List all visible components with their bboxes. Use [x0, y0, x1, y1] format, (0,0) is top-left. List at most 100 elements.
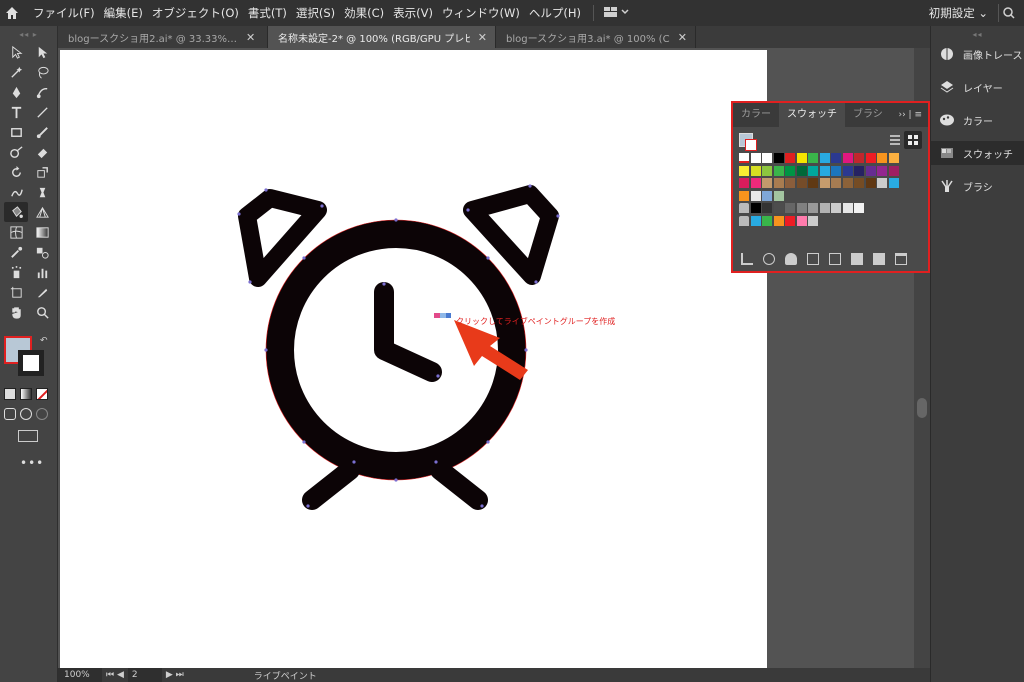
zoom-tool-icon[interactable]: [30, 302, 54, 322]
menu-type[interactable]: 書式(T): [248, 5, 287, 21]
color-swatch[interactable]: [750, 190, 761, 201]
stroke-swatch-indicator[interactable]: [745, 139, 757, 151]
color-swatch[interactable]: [877, 178, 887, 188]
artboard-nav-next-icon[interactable]: ▶ ⏭: [166, 670, 184, 680]
none-button-icon[interactable]: [36, 388, 48, 400]
color-swatch[interactable]: [888, 165, 899, 176]
rectangle-tool-icon[interactable]: [4, 122, 28, 142]
tab-document-3[interactable]: blogースクショ用3.ai* @ 100% (CMYK/GP... ✕: [496, 26, 696, 48]
color-swatch[interactable]: [773, 215, 784, 226]
color-swatch[interactable]: [750, 165, 761, 176]
color-swatch[interactable]: [865, 178, 876, 188]
color-swatch[interactable]: [785, 153, 795, 163]
dock-brushes[interactable]: ブラシ: [931, 174, 1024, 198]
color-swatch[interactable]: [785, 165, 795, 176]
color-swatch[interactable]: [888, 178, 899, 188]
color-swatch[interactable]: [796, 165, 807, 176]
color-swatch[interactable]: [842, 203, 853, 213]
rotate-tool-icon[interactable]: [4, 162, 28, 182]
zoom-field[interactable]: 100%: [58, 668, 102, 682]
color-swatch[interactable]: [773, 153, 784, 163]
color-swatch[interactable]: [785, 203, 795, 213]
color-swatch[interactable]: [773, 178, 784, 188]
perspective-grid-tool-icon[interactable]: [30, 202, 54, 222]
artboard-nav-prev-icon[interactable]: ⏮ ◀: [106, 670, 124, 680]
color-swatch[interactable]: [762, 178, 772, 188]
color-swatch[interactable]: [819, 153, 830, 163]
scrollbar-thumb[interactable]: [917, 398, 927, 418]
color-swatch[interactable]: [842, 178, 853, 188]
show-kinds-icon[interactable]: [763, 253, 775, 265]
color-swatch[interactable]: [808, 178, 818, 188]
artboard[interactable]: クリックしてライブペイントグループを作成: [60, 50, 767, 668]
new-color-group-icon[interactable]: [829, 253, 841, 265]
live-paint-bucket-tool-icon[interactable]: [4, 202, 28, 222]
color-swatch[interactable]: [762, 165, 772, 176]
color-swatch[interactable]: [762, 215, 772, 226]
magic-wand-tool-icon[interactable]: [4, 62, 28, 82]
slice-tool-icon[interactable]: [30, 282, 54, 302]
swatch-library-icon[interactable]: [741, 253, 753, 265]
more-tools-icon[interactable]: •••: [20, 456, 44, 470]
menu-edit[interactable]: 編集(E): [104, 5, 143, 21]
draw-behind-icon[interactable]: [20, 408, 32, 420]
color-swatch[interactable]: [796, 215, 807, 226]
tab-swatches[interactable]: スウォッチ: [779, 103, 845, 127]
color-swatch[interactable]: [842, 153, 853, 163]
color-group-folder-icon[interactable]: [739, 203, 749, 213]
color-swatch[interactable]: [819, 203, 830, 213]
alarm-clock-artwork[interactable]: [60, 50, 767, 668]
dock-image-trace[interactable]: 画像トレース: [931, 42, 1024, 66]
arrange-documents-icon[interactable]: [603, 6, 630, 21]
artboard-tool-icon[interactable]: [4, 282, 28, 302]
color-swatch[interactable]: [796, 153, 807, 163]
draw-inside-icon[interactable]: [36, 408, 48, 420]
color-swatch[interactable]: [877, 153, 887, 163]
color-swatch[interactable]: [808, 165, 818, 176]
eyedropper-tool-icon[interactable]: [4, 242, 28, 262]
lasso-tool-icon[interactable]: [30, 62, 54, 82]
color-swatch[interactable]: [773, 165, 784, 176]
dock-grip[interactable]: ◂◂: [931, 26, 1024, 42]
color-group-folder-icon[interactable]: [739, 215, 749, 226]
menu-view[interactable]: 表示(V): [393, 5, 433, 21]
swap-fill-stroke-icon[interactable]: ↶: [40, 336, 50, 346]
line-tool-icon[interactable]: [30, 102, 54, 122]
direct-selection-tool-icon[interactable]: [30, 42, 54, 62]
color-swatch[interactable]: [808, 215, 818, 226]
close-icon[interactable]: ✕: [246, 31, 255, 44]
close-icon[interactable]: ✕: [478, 31, 487, 44]
gradient-button-icon[interactable]: [20, 388, 32, 400]
close-icon[interactable]: ✕: [678, 31, 687, 44]
color-swatch[interactable]: [750, 178, 761, 188]
tab-document-2[interactable]: 名称未設定-2* @ 100% (RGB/GPU プレビュー) ✕: [268, 26, 496, 48]
color-swatch[interactable]: [831, 203, 841, 213]
curvature-tool-icon[interactable]: [30, 82, 54, 102]
none-swatch[interactable]: [739, 153, 749, 163]
color-swatch[interactable]: [750, 153, 761, 163]
color-swatch[interactable]: [750, 203, 761, 213]
grid-view-icon[interactable]: [904, 131, 922, 149]
menu-window[interactable]: ウィンドウ(W): [442, 5, 520, 21]
column-graph-tool-icon[interactable]: [30, 262, 54, 282]
color-button-icon[interactable]: [4, 388, 16, 400]
stroke-swatch[interactable]: [18, 350, 44, 376]
scale-tool-icon[interactable]: [30, 162, 54, 182]
color-swatch[interactable]: [785, 215, 795, 226]
color-swatch[interactable]: [773, 190, 784, 201]
menu-object[interactable]: オブジェクト(O): [152, 5, 239, 21]
color-swatch[interactable]: [854, 165, 864, 176]
menu-help[interactable]: ヘルプ(H): [529, 5, 581, 21]
hand-tool-icon[interactable]: [4, 302, 28, 322]
tab-color[interactable]: カラー: [733, 103, 779, 127]
blend-tool-icon[interactable]: [30, 242, 54, 262]
color-swatch[interactable]: [888, 153, 899, 163]
puppet-warp-tool-icon[interactable]: [30, 182, 54, 202]
color-swatch[interactable]: [739, 165, 749, 176]
trash-icon[interactable]: [895, 253, 907, 265]
eraser-tool-icon[interactable]: [30, 142, 54, 162]
fill-stroke-control[interactable]: ↶: [4, 336, 48, 380]
shaper-tool-icon[interactable]: [4, 142, 28, 162]
swatch-options-icon[interactable]: [807, 253, 819, 265]
mesh-tool-icon[interactable]: [4, 222, 28, 242]
